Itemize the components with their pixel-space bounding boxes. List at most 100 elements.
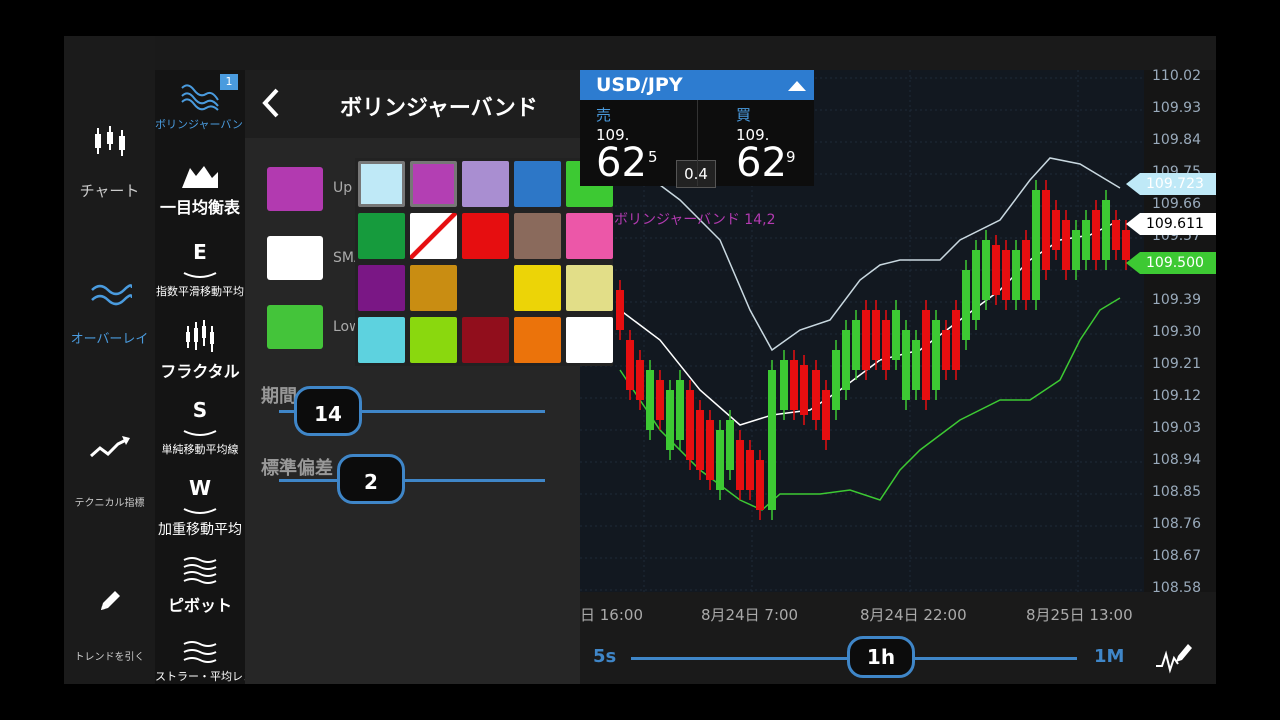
y-label-1: 109.93 — [1152, 100, 1201, 116]
palette-color-0-1[interactable] — [410, 161, 457, 207]
candle-body — [726, 420, 734, 470]
current-price: 109.611 — [1146, 216, 1204, 232]
draw-tool-icon[interactable] — [1154, 640, 1194, 674]
palette-color-1-1[interactable] — [410, 213, 457, 259]
palette-color-2-1[interactable] — [410, 265, 457, 311]
nav-overlay[interactable]: オーバーレイ — [64, 280, 155, 347]
indicator-sma[interactable]: S 単純移動平均線 — [155, 398, 245, 457]
ema-icon: E — [193, 240, 207, 264]
pair-name: USD/JPY — [596, 74, 683, 96]
palette-color-3-0[interactable] — [358, 317, 405, 363]
x-label-2: 8月24日 22:00 — [860, 606, 967, 624]
y-label-2: 109.84 — [1152, 132, 1201, 148]
candle-body — [1112, 220, 1120, 250]
candle-body — [1032, 190, 1040, 300]
nav-chart[interactable]: チャート — [64, 124, 155, 201]
panel-header: ボリンジャーバンド — [245, 70, 580, 138]
bollinger-icon — [181, 84, 219, 111]
candle-body — [656, 380, 664, 420]
buy-price-box[interactable]: 買 109. 62 9 — [698, 100, 814, 186]
palette-color-2-2[interactable] — [462, 265, 509, 311]
lower-band-color-button[interactable] — [267, 305, 323, 349]
timeframe-slider-knob[interactable]: 1h — [847, 636, 915, 678]
indicator-wma-label: 加重移動平均 — [158, 522, 242, 538]
palette-color-1-4[interactable] — [566, 213, 613, 259]
stddev-slider-knob[interactable]: 2 — [337, 454, 405, 504]
left-nav: チャート オーバーレイ テクニカル指標 トレンドを引く — [64, 36, 155, 684]
stddev-slider-track[interactable] — [279, 479, 545, 482]
timeframe-min-label: 5s — [593, 646, 617, 667]
candle-body — [872, 310, 880, 360]
candle-body — [756, 460, 764, 510]
candle-body — [962, 270, 970, 340]
palette-color-1-3[interactable] — [514, 213, 561, 259]
candle-body — [676, 380, 684, 440]
x-label-3: 8月25日 13:00 — [1026, 606, 1133, 624]
buy-pips: 62 — [736, 140, 787, 186]
candle-body — [768, 370, 776, 510]
palette-color-3-4[interactable] — [566, 317, 613, 363]
indicator-pivot[interactable]: ピボット — [155, 556, 245, 616]
period-slider-knob[interactable]: 14 — [294, 386, 362, 436]
nav-technical[interactable]: テクニカル指標 — [64, 434, 155, 509]
candle-body — [952, 310, 960, 370]
palette-color-0-0[interactable] — [358, 161, 405, 207]
indicator-atr-label: ストラー・平均レンジ — [155, 670, 265, 683]
candle-body — [972, 250, 980, 320]
palette-color-0-2[interactable] — [462, 161, 509, 207]
indicator-pivot-label: ピボット — [167, 596, 232, 615]
palette-color-3-1[interactable] — [410, 317, 457, 363]
indicator-fractal[interactable]: フラクタル — [155, 318, 245, 382]
indicator-fractal-label: フラクタル — [160, 362, 240, 381]
candle-body — [780, 360, 788, 410]
candle-body — [1082, 220, 1090, 260]
indicator-sma-label: 単純移動平均線 — [161, 443, 239, 456]
indicator-bollinger[interactable]: 1 ボリンジャーバンド — [155, 70, 254, 132]
candle-body — [1122, 230, 1130, 260]
palette-color-1-2[interactable] — [462, 213, 509, 259]
y-label-13: 108.85 — [1152, 484, 1201, 500]
upper-band-label: Up — [333, 180, 353, 196]
palette-color-1-0[interactable] — [358, 213, 405, 259]
candle-body — [902, 330, 910, 400]
palette-color-2-0[interactable] — [358, 265, 405, 311]
indicator-wma[interactable]: W 加重移動平均 — [155, 476, 245, 539]
ichimoku-icon — [182, 166, 218, 188]
candle-body — [716, 430, 724, 490]
pencil-icon — [100, 591, 120, 610]
collapse-triangle-icon[interactable] — [788, 80, 806, 92]
palette-color-2-4[interactable] — [566, 265, 613, 311]
candle-body — [822, 390, 830, 440]
y-label-7: 109.39 — [1152, 292, 1201, 308]
candle-body — [790, 360, 798, 410]
y-label-9: 109.21 — [1152, 356, 1201, 372]
indicator-ichimoku[interactable]: 一目均衡表 — [155, 162, 245, 218]
upper-band-price-tag: 109.723 — [1126, 173, 1216, 195]
indicator-atr[interactable]: ストラー・平均レンジ — [155, 638, 265, 684]
sell-label: 売 — [596, 106, 612, 124]
palette-color-2-3[interactable] — [514, 265, 561, 311]
pair-header[interactable]: USD/JPY — [580, 70, 814, 100]
selected-count-badge: 1 — [220, 74, 238, 90]
x-label-1: 8月24日 7:00 — [701, 606, 799, 624]
candle-body — [1002, 250, 1010, 300]
indicator-bollinger-label: ボリンジャーバンド — [155, 118, 254, 131]
back-chevron-icon[interactable] — [255, 86, 289, 120]
candle-body — [666, 390, 674, 450]
indicator-ema-label: 指数平滑移動平均 — [156, 285, 244, 298]
price-panel[interactable]: USD/JPY 売 109. 62 5 0.4 買 109. 62 9 — [580, 70, 814, 188]
candles-icon — [94, 126, 125, 156]
trend-arrow-icon — [89, 436, 130, 458]
sma-line-color-button[interactable] — [267, 236, 323, 280]
sell-pips: 62 — [596, 140, 647, 186]
palette-color-0-3[interactable] — [514, 161, 561, 207]
upper-band-color-button[interactable] — [267, 167, 323, 211]
nav-trendline[interactable]: トレンドを引く — [64, 586, 155, 663]
candle-body — [892, 310, 900, 360]
palette-color-3-3[interactable] — [514, 317, 561, 363]
palette-color-3-2[interactable] — [462, 317, 509, 363]
candle-body — [686, 390, 694, 460]
sell-fraction: 5 — [648, 148, 658, 166]
candle-body — [852, 320, 860, 370]
indicator-ema[interactable]: E 指数平滑移動平均 — [155, 240, 245, 299]
